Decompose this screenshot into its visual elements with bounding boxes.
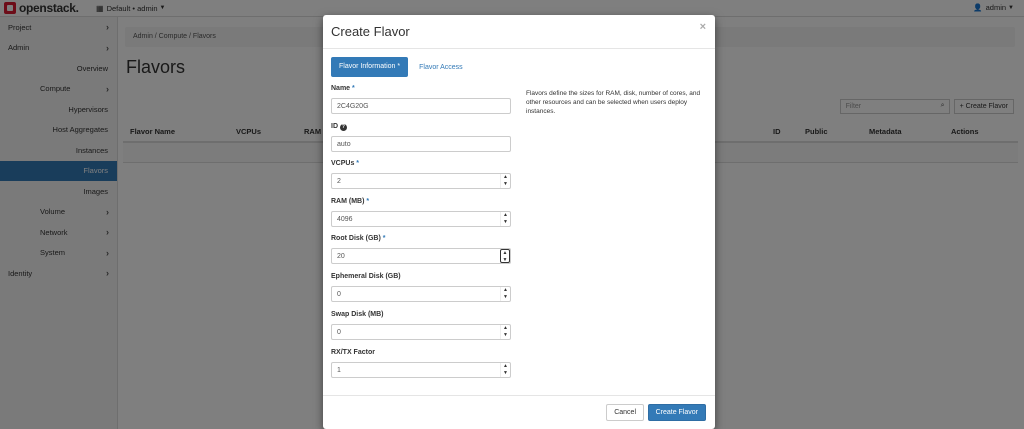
input-value: 0 bbox=[337, 291, 341, 298]
caret-up-icon[interactable]: ▲ bbox=[501, 363, 510, 370]
vcpus-input[interactable]: 2 ▲ ▼ bbox=[331, 173, 511, 189]
caret-down-icon[interactable]: ▼ bbox=[501, 181, 510, 188]
number-spinner: ▲ ▼ bbox=[500, 325, 510, 339]
input-value: 2 bbox=[337, 178, 341, 185]
caret-up-icon[interactable]: ▲ bbox=[501, 287, 510, 294]
number-spinner: ▲ ▼ bbox=[500, 287, 510, 301]
input-value: 1 bbox=[337, 367, 341, 374]
ephemeral-disk-field: Ephemeral Disk (GB) 0 ▲ ▼ bbox=[331, 273, 511, 302]
caret-up-icon[interactable]: ▲ bbox=[501, 250, 509, 257]
required-marker: * bbox=[352, 85, 355, 92]
field-label: Root Disk (GB) * bbox=[331, 235, 511, 245]
number-spinner: ▲ ▼ bbox=[500, 212, 510, 226]
close-icon[interactable]: × bbox=[700, 21, 706, 33]
field-label-text: ID bbox=[331, 123, 338, 130]
number-spinner: ▲ ▼ bbox=[500, 363, 510, 377]
ram-input[interactable]: 4096 ▲ ▼ bbox=[331, 211, 511, 227]
tab-flavor-access[interactable]: Flavor Access bbox=[419, 64, 463, 71]
field-label: Ephemeral Disk (GB) bbox=[331, 273, 511, 283]
create-flavor-submit-button[interactable]: Create Flavor bbox=[647, 404, 706, 421]
name-field: Name * 2C4G20G bbox=[331, 85, 511, 114]
tab-flavor-information[interactable]: Flavor Information * bbox=[331, 57, 409, 77]
root-disk-input[interactable]: 20 ▲ ▼ bbox=[331, 248, 511, 264]
field-label-text: VCPUs bbox=[331, 160, 355, 167]
field-label: RX/TX Factor bbox=[331, 349, 511, 359]
input-value: 2C4G20G bbox=[337, 103, 369, 110]
number-spinner: ▲ ▼ bbox=[500, 249, 510, 263]
field-label: Swap Disk (MB) bbox=[331, 311, 511, 321]
id-input[interactable]: auto bbox=[331, 136, 511, 152]
root-disk-field: Root Disk (GB) * 20 ▲ ▼ bbox=[331, 235, 511, 264]
input-value: 4096 bbox=[337, 216, 353, 223]
input-value: 20 bbox=[337, 253, 345, 260]
id-field: ID ? auto bbox=[331, 123, 511, 152]
caret-down-icon[interactable]: ▼ bbox=[501, 257, 509, 264]
question-circle-icon[interactable]: ? bbox=[339, 124, 347, 131]
ram-field: RAM (MB) * 4096 ▲ ▼ bbox=[331, 198, 511, 227]
caret-down-icon[interactable]: ▼ bbox=[501, 370, 510, 377]
caret-up-icon[interactable]: ▲ bbox=[501, 174, 510, 181]
field-label: VCPUs * bbox=[331, 160, 511, 170]
tab-label: Flavor Information bbox=[339, 63, 396, 70]
field-label: ID ? bbox=[331, 123, 511, 133]
vcpus-field: VCPUs * 2 ▲ ▼ bbox=[331, 160, 511, 189]
create-flavor-modal: Create Flavor × Flavor Information * Fla… bbox=[323, 15, 715, 429]
rxtx-factor-field: RX/TX Factor 1 ▲ ▼ bbox=[331, 349, 511, 378]
modal-tabs: Flavor Information * Flavor Access bbox=[331, 57, 463, 77]
modal-footer: Cancel Create Flavor bbox=[323, 395, 715, 429]
required-marker: * bbox=[397, 63, 401, 70]
required-marker: * bbox=[382, 235, 386, 242]
field-label-text: Ephemeral Disk (GB) bbox=[331, 273, 401, 280]
required-marker: * bbox=[356, 160, 360, 167]
caret-up-icon[interactable]: ▲ bbox=[501, 212, 510, 219]
swap-disk-field: Swap Disk (MB) 0 ▲ ▼ bbox=[331, 311, 511, 340]
cancel-button[interactable]: Cancel bbox=[606, 404, 644, 421]
help-text: Flavors define the sizes for RAM, disk, … bbox=[526, 90, 701, 115]
caret-down-icon[interactable]: ▼ bbox=[501, 294, 510, 301]
input-value: 0 bbox=[337, 329, 341, 336]
caret-down-icon[interactable]: ▼ bbox=[501, 332, 510, 339]
name-input[interactable]: 2C4G20G bbox=[331, 98, 511, 114]
ephemeral-disk-input[interactable]: 0 ▲ ▼ bbox=[331, 286, 511, 302]
field-label-text: RAM (MB) bbox=[331, 198, 365, 205]
field-label-text: RX/TX Factor bbox=[331, 349, 375, 356]
number-spinner: ▲ ▼ bbox=[500, 174, 510, 188]
field-label: RAM (MB) * bbox=[331, 198, 511, 208]
field-label-text: Name bbox=[331, 85, 351, 92]
field-label: Name * bbox=[331, 85, 511, 95]
caret-up-icon[interactable]: ▲ bbox=[501, 325, 510, 332]
modal-header: Create Flavor × bbox=[323, 15, 715, 49]
rxtx-factor-input[interactable]: 1 ▲ ▼ bbox=[331, 362, 511, 378]
modal-title: Create Flavor bbox=[331, 24, 410, 39]
required-marker: * bbox=[366, 198, 370, 205]
field-label-text: Swap Disk (MB) bbox=[331, 311, 384, 318]
field-label-text: Root Disk (GB) bbox=[331, 235, 381, 242]
swap-disk-input[interactable]: 0 ▲ ▼ bbox=[331, 324, 511, 340]
caret-down-icon[interactable]: ▼ bbox=[501, 219, 510, 226]
input-value: auto bbox=[337, 141, 351, 148]
